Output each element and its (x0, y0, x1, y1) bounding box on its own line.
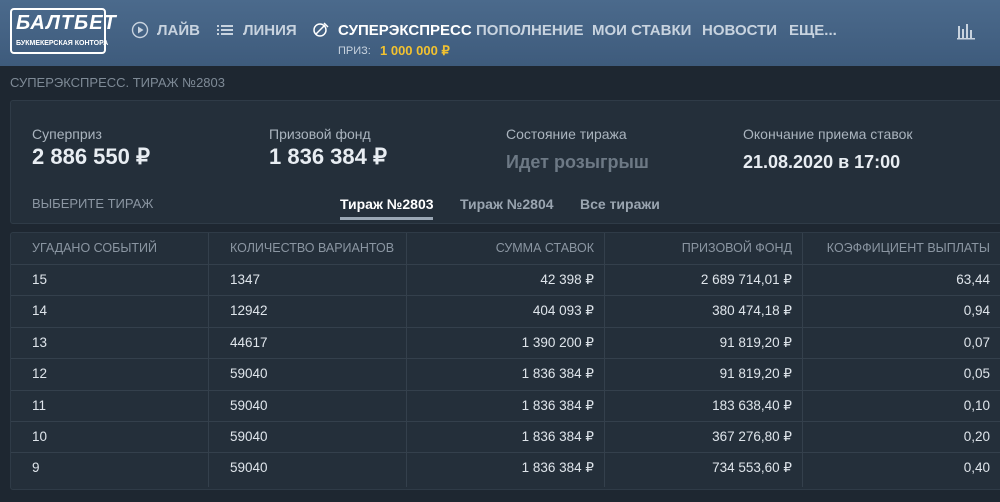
events-guessed-cell: 11 (32, 397, 47, 413)
variants-count-cell: 59040 (230, 397, 268, 413)
column-divider (604, 233, 605, 487)
payout-coefficient-cell: 0,05 (963, 366, 990, 382)
payout-coefficient-cell: 0,94 (963, 303, 990, 319)
bets-sum-cell: 1 836 384 ₽ (521, 366, 594, 382)
column-divider (802, 233, 803, 487)
row-divider (11, 326, 1000, 328)
superprize-label: Суперприз (32, 126, 102, 142)
events-guessed-cell: 15 (32, 272, 48, 287)
variants-count-cell: 44617 (230, 334, 268, 350)
superprize-value: 2 886 550 ₽ (32, 144, 150, 169)
header-prize-fund: ПРИЗОВОЙ ФОНД (681, 241, 792, 255)
header-events-guessed: УГАДАНО СОБЫТИЙ (32, 241, 157, 255)
nav-my-bets[interactable]: МОИ СТАВКИ (592, 22, 691, 39)
column-divider (406, 233, 407, 487)
prize-fund-cell: 183 638,40 ₽ (712, 397, 792, 413)
variants-count-cell: 59040 (230, 429, 268, 444)
row-divider (11, 452, 1000, 454)
results-table (10, 232, 1000, 490)
tab-draw-2803[interactable]: Тираж №2803 (340, 196, 434, 212)
variants-count-cell: 12942 (230, 303, 268, 319)
active-tab-indicator (340, 217, 433, 220)
prize-fund-cell: 380 474,18 ₽ (712, 303, 792, 319)
prize-fund-cell: 91 819,20 ₽ (719, 334, 792, 350)
events-guessed-cell: 14 (32, 303, 48, 319)
prize-value: 1 000 000 ₽ (380, 43, 450, 58)
events-guessed-cell: 12 (32, 366, 48, 382)
draw-state-label: Состояние тиража (506, 126, 627, 142)
bets-sum-cell: 1 836 384 ₽ (521, 397, 594, 413)
row-divider (11, 389, 1000, 391)
top-navigation-bar: БАЛТБЕТ Букмекерская контора ЛАЙВ ЛИНИЯ … (0, 0, 1000, 66)
bets-sum-cell: 1 390 200 ₽ (521, 334, 594, 350)
tab-all-draws[interactable]: Все тиражи (580, 196, 660, 212)
nav-line[interactable]: ЛИНИЯ (243, 22, 297, 39)
logo-title: БАЛТБЕТ (16, 12, 117, 34)
nav-news[interactable]: НОВОСТИ (702, 22, 777, 39)
row-divider (11, 264, 1000, 265)
bets-sum-cell: 404 093 ₽ (532, 303, 594, 319)
nav-more[interactable]: ЕЩЕ... (789, 22, 837, 39)
variants-count-cell: 59040 (230, 460, 268, 476)
prize-fund-cell: 91 819,20 ₽ (719, 366, 792, 382)
payout-coefficient-cell: 0,10 (963, 397, 990, 413)
logo-subtitle: Букмекерская контора (16, 40, 109, 47)
prize-fund-value: 1 836 384 ₽ (269, 144, 387, 169)
bets-sum-cell: 42 398 ₽ (540, 272, 594, 287)
payout-coefficient-cell: 0,07 (963, 334, 990, 350)
bets-end-label: Окончание приема ставок (743, 126, 913, 142)
prize-label: ПРИЗ: (338, 45, 371, 57)
row-divider (11, 358, 1000, 360)
header-bets-sum: СУММА СТАВОК (495, 241, 594, 255)
prize-fund-cell: 734 553,60 ₽ (712, 460, 792, 476)
nav-live[interactable]: ЛАЙВ (157, 22, 200, 39)
header-payout-coefficient: КОЭФФИЦИЕНТ ВЫПЛАТЫ (826, 241, 990, 255)
payout-coefficient-cell: 0,20 (963, 429, 990, 444)
payout-coefficient-cell: 63,44 (956, 272, 990, 287)
bets-end-value: 21.08.2020 в 17:00 (743, 152, 901, 172)
prize-fund-label: Призовой фонд (269, 126, 371, 142)
events-guessed-cell: 13 (32, 334, 48, 350)
nav-superexpress[interactable]: СУПЕРЭКСПРЕСС (338, 22, 472, 39)
row-divider (11, 421, 1000, 422)
breadcrumb: СУПЕРЭКСПРЕСС. ТИРАЖ №2803 (10, 75, 225, 90)
events-guessed-cell: 9 (32, 460, 40, 476)
events-guessed-cell: 10 (32, 429, 48, 444)
prize-fund-cell: 367 276,80 ₽ (712, 429, 792, 444)
prize-fund-cell: 2 689 714,01 ₽ (700, 272, 792, 287)
row-divider (11, 295, 1000, 297)
bets-sum-cell: 1 836 384 ₽ (521, 460, 594, 476)
statistics-icon[interactable] (956, 20, 976, 40)
payout-coefficient-cell: 0,40 (963, 460, 990, 476)
ball-icon (313, 22, 329, 37)
tab-draw-2804[interactable]: Тираж №2804 (460, 196, 554, 212)
draw-state-value: Идет розыгрыш (506, 152, 649, 172)
column-divider (208, 233, 209, 487)
header-variants-count: КОЛИЧЕСТВО ВАРИАНТОВ (230, 241, 395, 255)
variants-count-cell: 1347 (230, 272, 261, 287)
bets-sum-cell: 1 836 384 ₽ (521, 429, 594, 444)
play-icon (131, 21, 149, 39)
variants-count-cell: 59040 (230, 366, 268, 382)
logo[interactable]: БАЛТБЕТ Букмекерская контора (10, 8, 116, 54)
choose-draw-label: ВЫБЕРИТЕ ТИРАЖ (32, 196, 154, 211)
list-icon (217, 25, 233, 35)
nav-deposit[interactable]: ПОПОЛНЕНИЕ (476, 22, 584, 39)
